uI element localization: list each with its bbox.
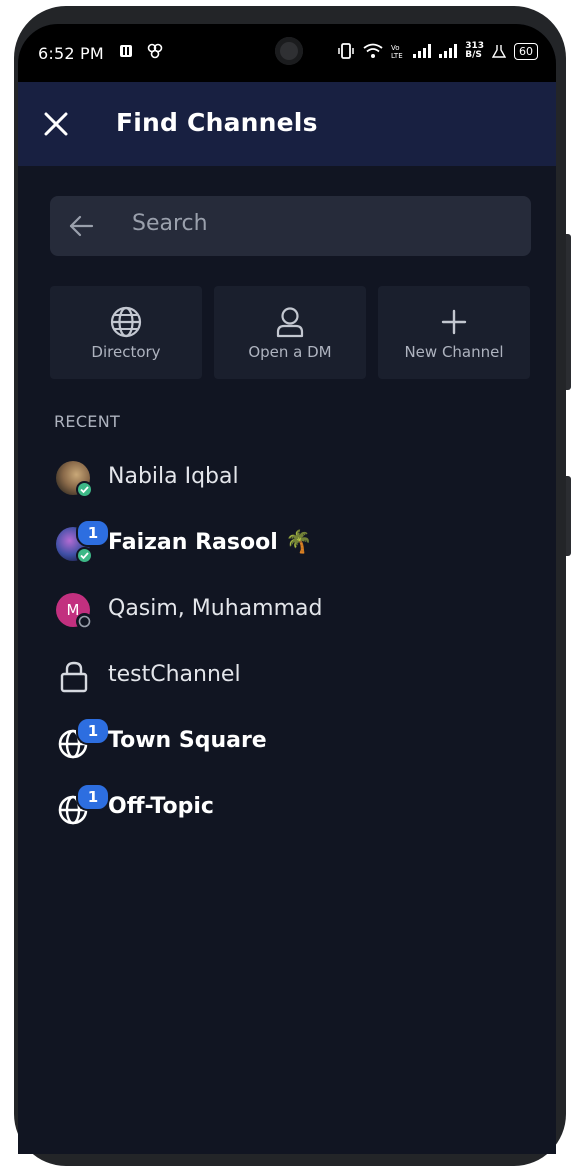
signal-icon bbox=[413, 44, 432, 58]
vibrate-icon bbox=[338, 43, 354, 59]
lab-icon bbox=[492, 45, 506, 58]
page-title: Find Channels bbox=[116, 108, 318, 137]
network-speed: 313 B/S bbox=[465, 41, 484, 60]
svg-text:Vo: Vo bbox=[391, 44, 400, 52]
power-button bbox=[566, 476, 571, 556]
unread-badge: 1 bbox=[76, 717, 110, 745]
action-tiles: Directory Open a DM New Channel bbox=[50, 286, 530, 379]
online-status-icon bbox=[76, 481, 93, 498]
online-status-icon bbox=[76, 547, 93, 564]
open-dm-label: Open a DM bbox=[248, 343, 332, 361]
recent-list: Nabila Iqbal 1 Faizan Rasool 🌴 M Qasim, … bbox=[18, 447, 556, 843]
channel-name: Town Square bbox=[108, 728, 267, 753]
screen: 6:52 PM VoLTE 313 B/S 60 Find Channels bbox=[18, 24, 556, 1154]
channel-name: Qasim, Muhammad bbox=[108, 596, 323, 621]
globe-icon bbox=[110, 306, 142, 338]
battery-icon: 60 bbox=[514, 42, 538, 60]
list-item[interactable]: 1 Off-Topic bbox=[18, 777, 556, 843]
status-time: 6:52 PM bbox=[38, 44, 104, 63]
volte-icon: VoLTE bbox=[391, 44, 403, 59]
close-icon[interactable] bbox=[40, 108, 72, 140]
directory-label: Directory bbox=[91, 343, 161, 361]
channel-name: Nabila Iqbal bbox=[108, 464, 239, 489]
channel-name: testChannel bbox=[108, 662, 241, 687]
arrow-left-icon[interactable] bbox=[68, 213, 94, 239]
plus-icon bbox=[441, 309, 467, 335]
list-item[interactable]: Nabila Iqbal bbox=[18, 447, 556, 513]
front-camera bbox=[275, 37, 303, 65]
lock-icon bbox=[60, 661, 88, 693]
notification-icon bbox=[120, 45, 132, 57]
directory-button[interactable]: Directory bbox=[50, 286, 202, 379]
status-bar: 6:52 PM Vo LTE 313 B/S 60 bbox=[18, 24, 556, 82]
svg-text:LTE: LTE bbox=[391, 52, 403, 59]
search-placeholder: Search bbox=[132, 211, 208, 236]
channel-name: Faizan Rasool 🌴 bbox=[108, 530, 313, 555]
unread-badge: 1 bbox=[76, 519, 110, 547]
new-channel-button[interactable]: New Channel bbox=[378, 286, 530, 379]
list-item[interactable]: M Qasim, Muhammad bbox=[18, 579, 556, 645]
app-notification-icon bbox=[147, 43, 163, 59]
wifi-icon bbox=[363, 43, 383, 58]
list-item[interactable]: 1 Town Square bbox=[18, 711, 556, 777]
volume-button bbox=[566, 234, 571, 390]
app-header: Find Channels bbox=[18, 82, 556, 166]
channel-name: Off-Topic bbox=[108, 794, 214, 819]
status-notification-icons bbox=[118, 42, 164, 60]
person-icon bbox=[276, 307, 304, 338]
open-dm-button[interactable]: Open a DM bbox=[214, 286, 366, 379]
offline-status-icon bbox=[76, 613, 93, 630]
recent-heading: RECENT bbox=[54, 412, 121, 431]
search-input[interactable]: Search bbox=[50, 196, 531, 256]
new-channel-label: New Channel bbox=[404, 343, 504, 361]
unread-badge: 1 bbox=[76, 783, 110, 811]
signal-icon-2 bbox=[439, 44, 458, 58]
list-item[interactable]: 1 Faizan Rasool 🌴 bbox=[18, 513, 556, 579]
list-item[interactable]: testChannel bbox=[18, 645, 556, 711]
status-system-icons: Vo LTE 313 B/S 60 bbox=[337, 42, 538, 60]
